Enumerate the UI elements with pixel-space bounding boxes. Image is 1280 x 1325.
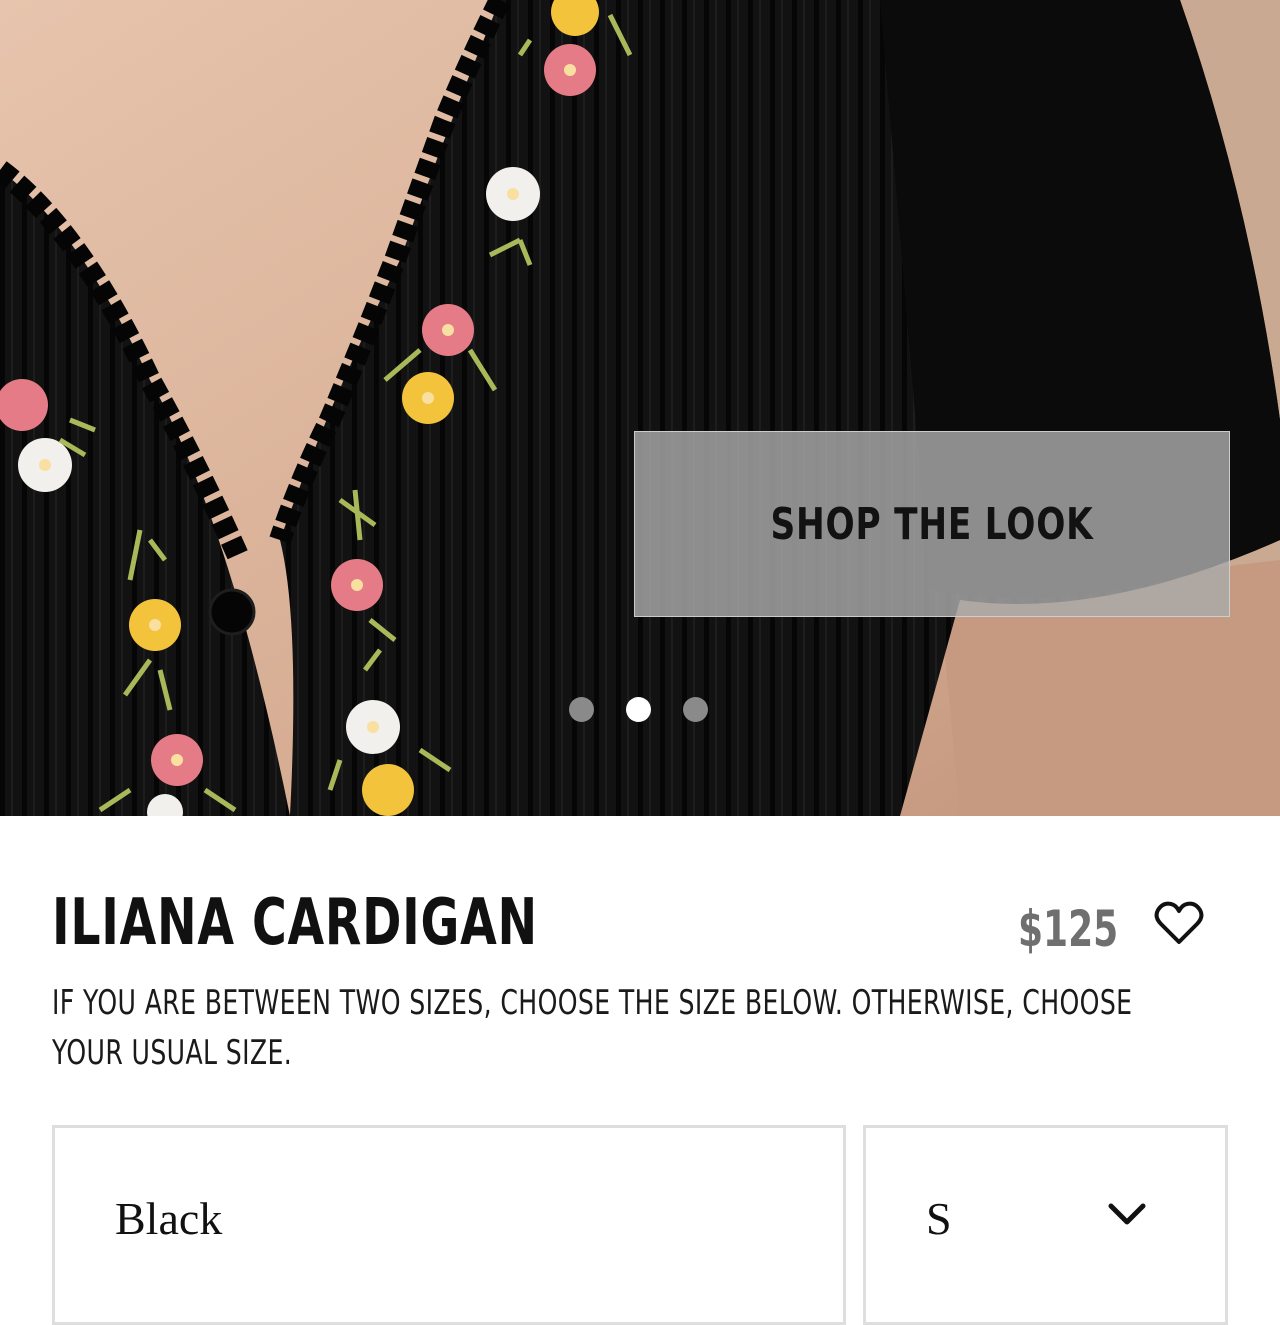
- carousel-dot-3[interactable]: [683, 697, 708, 722]
- product-title: ILIANA CARDIGAN: [52, 886, 538, 960]
- chevron-down-icon: [1108, 1203, 1146, 1225]
- product-info: ILIANA CARDIGAN $125 IF YOU ARE BETWEEN …: [0, 816, 1280, 1325]
- size-select[interactable]: S: [863, 1125, 1228, 1325]
- carousel-dot-1[interactable]: [569, 697, 594, 722]
- color-select[interactable]: Black: [52, 1125, 846, 1325]
- size-select-value: S: [926, 1193, 952, 1244]
- carousel-dot-2[interactable]: [626, 697, 651, 722]
- color-select-value: Black: [115, 1193, 223, 1244]
- heart-icon[interactable]: [1154, 900, 1204, 946]
- product-price: $125: [1018, 900, 1119, 958]
- size-guidance-text: IF YOU ARE BETWEEN TWO SIZES, CHOOSE THE…: [52, 983, 1133, 1073]
- shop-the-look-button[interactable]: SHOP THE LOOK: [634, 431, 1230, 617]
- product-hero-image: SHOP THE LOOK: [0, 0, 1280, 816]
- carousel-pagination: [569, 697, 708, 722]
- cardigan-photo: [0, 0, 1280, 816]
- shop-the-look-label: SHOP THE LOOK: [770, 498, 1094, 550]
